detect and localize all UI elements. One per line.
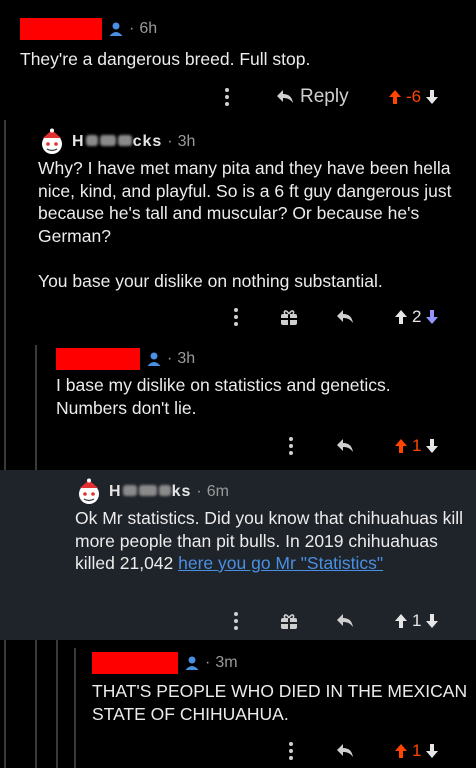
reply-button[interactable]: Reply [276,84,349,110]
comment-meta: Hcks · 3h [38,128,195,156]
comment-1: · 6h They're a dangerous breed. Full sto… [0,0,476,120]
comment-text: They're a dangerous breed. Full stop. [20,49,311,69]
comment-actions: 1 [0,608,476,634]
comment-text: Ok Mr statistics. Did you know that chih… [75,508,468,573]
reply-label: Reply [300,86,349,107]
vote-controls: 1 [394,738,439,764]
comment-time: 3h [177,133,196,150]
comment-meta: · 3m [92,652,238,674]
separator-dot: · [196,483,202,500]
user-icon [146,351,162,367]
vote-controls: -6 [388,84,439,110]
vote-controls: 1 [394,433,439,459]
downvote-arrow-icon[interactable] [425,743,439,759]
redacted-username [20,18,102,40]
comment-text: I base my dislike on statistics and gene… [56,375,396,418]
comment-3: · 3h I base my dislike on statistics and… [0,345,476,470]
more-options-icon[interactable] [224,84,230,110]
reply-icon [277,90,293,103]
vote-score: 2 [412,307,422,326]
comment-2: Hcks · 3h Why? I have met many pita and … [0,120,476,345]
separator-dot: · [205,654,211,671]
downvote-arrow-icon[interactable] [425,613,439,629]
more-options-icon[interactable] [288,433,294,459]
comment-actions: 2 [0,304,476,330]
reply-icon[interactable] [336,608,354,634]
username: Hcks [72,133,163,150]
reply-icon[interactable] [336,304,354,330]
separator-dot: · [167,350,173,367]
upvote-arrow-icon[interactable] [394,438,408,454]
give-award-icon[interactable] [280,304,298,330]
statistics-link[interactable]: here you go Mr "Statistics" [178,553,383,573]
comment-actions: 1 [0,738,476,764]
vote-score: 1 [412,611,422,630]
comment-time: 6h [139,20,158,37]
more-options-icon[interactable] [233,608,239,634]
vote-score: -6 [406,87,422,106]
upvote-arrow-icon[interactable] [388,89,402,105]
downvote-arrow-icon[interactable] [425,89,439,105]
upvote-arrow-icon[interactable] [394,743,408,759]
snoo-avatar [75,478,103,506]
comment-actions: Reply -6 [0,84,476,110]
comment-text: THAT'S PEOPLE WHO DIED IN THE MEXICAN ST… [92,681,472,724]
upvote-arrow-icon[interactable] [394,309,408,325]
downvote-arrow-icon[interactable] [425,438,439,454]
user-icon [184,655,200,671]
vote-controls: 2 [394,304,439,330]
separator-dot: · [129,20,135,37]
comment-meta: · 6h [20,18,157,40]
user-icon [108,21,124,37]
comment-meta: · 3h [56,348,195,370]
comment-time: 6m [206,483,229,500]
vote-score: 1 [412,741,422,760]
more-options-icon[interactable] [288,738,294,764]
separator-dot: · [167,133,173,150]
comment-meta: Hks · 6m [75,478,229,506]
snoo-avatar [38,128,66,156]
username: Hks [109,483,192,500]
more-options-icon[interactable] [233,304,239,330]
reply-icon[interactable] [336,738,354,764]
downvote-arrow-icon[interactable] [425,309,439,325]
comment-time: 3m [215,654,238,671]
reply-icon[interactable] [336,433,354,459]
give-award-icon[interactable] [280,608,298,634]
comment-5: · 3m THAT'S PEOPLE WHO DIED IN THE MEXIC… [0,640,476,768]
comment-actions: 1 [0,433,476,459]
comment-4: Hks · 6m Ok Mr statistics. Did you know … [0,470,476,640]
redacted-username [92,652,178,674]
vote-controls: 1 [394,608,439,634]
vote-score: 1 [412,436,422,455]
redacted-username [56,348,140,370]
comment-text: Why? I have met many pita and they have … [38,158,452,291]
comment-time: 3h [177,350,196,367]
upvote-arrow-icon[interactable] [394,613,408,629]
